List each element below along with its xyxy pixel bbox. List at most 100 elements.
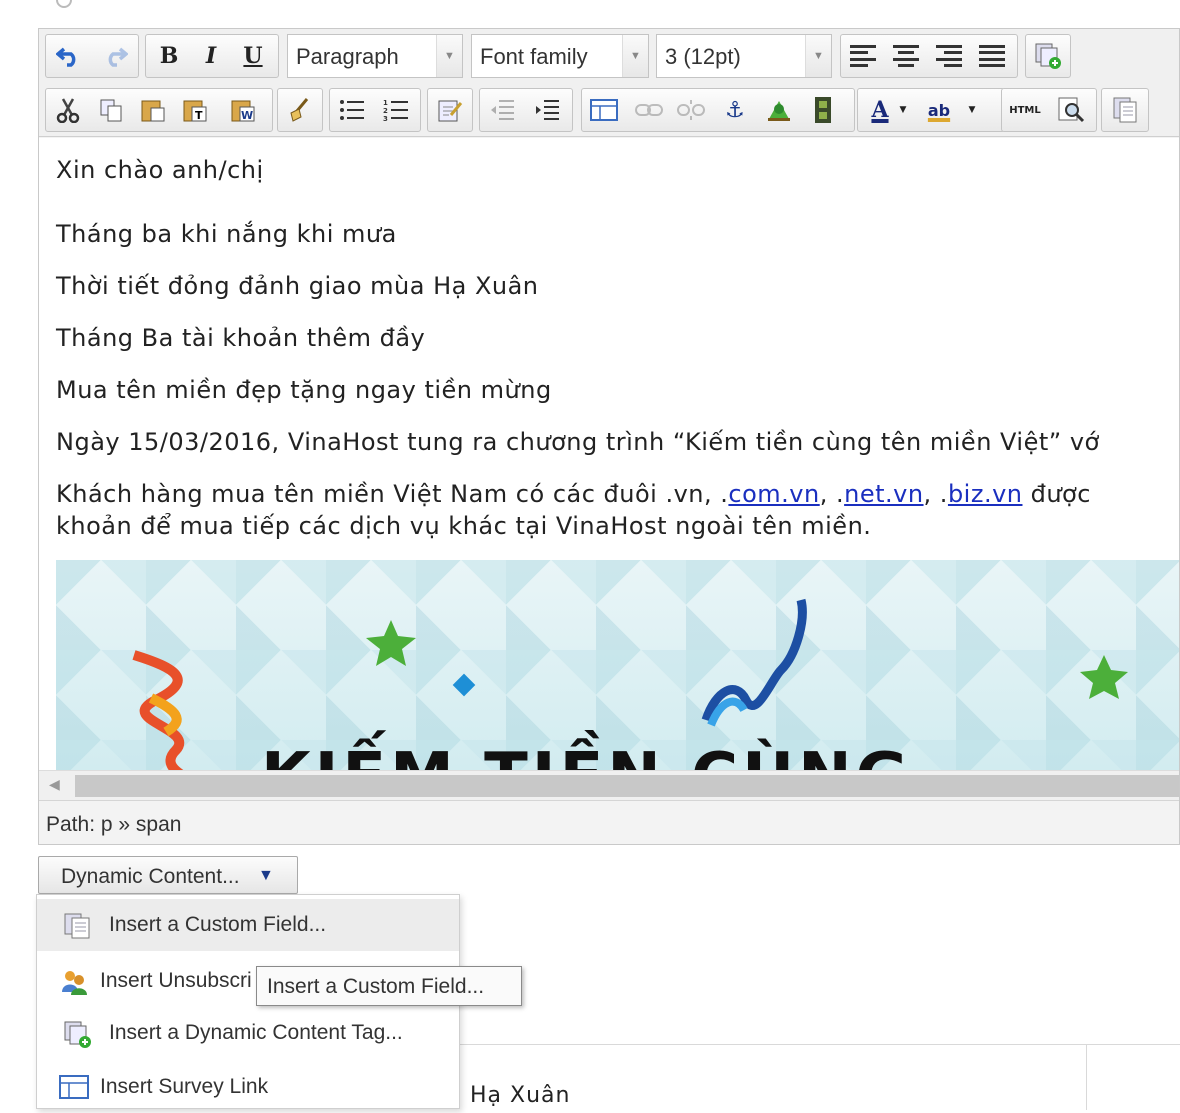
link-biz-vn[interactable]: biz.vn bbox=[948, 480, 1023, 508]
highlight-color-icon[interactable]: ab bbox=[920, 92, 958, 128]
color-group: A ▼ ab ▼ bbox=[857, 88, 1005, 132]
align-justify-icon[interactable] bbox=[973, 38, 1011, 74]
svg-text:T: T bbox=[195, 109, 203, 122]
unsubscribe-users-icon bbox=[59, 968, 87, 996]
poem-line-1: Tháng ba khi nắng khi mưa bbox=[56, 220, 397, 248]
horizontal-scrollbar[interactable]: ◀ bbox=[39, 770, 1179, 800]
background-table-cell: Hạ Xuân bbox=[459, 1044, 1180, 1110]
domain-text-end: được bbox=[1022, 480, 1091, 508]
edit-icon[interactable] bbox=[431, 92, 469, 128]
top-strip bbox=[0, 0, 1180, 8]
element-path: Path: p » span bbox=[46, 813, 182, 836]
cleanup-icon[interactable] bbox=[281, 92, 319, 128]
link-com-vn[interactable]: com.vn bbox=[728, 480, 819, 508]
template-group bbox=[1025, 34, 1071, 78]
tooltip: Insert a Custom Field... bbox=[256, 966, 522, 1006]
alignment-group bbox=[840, 34, 1018, 78]
background-text: Hạ Xuân bbox=[470, 1083, 571, 1108]
font-family-select[interactable]: Font family ▼ bbox=[471, 34, 649, 78]
chevron-down-icon: ▼ bbox=[805, 35, 831, 77]
indent-group bbox=[479, 88, 573, 132]
poem-line-3: Tháng Ba tài khoản thêm đầy bbox=[56, 324, 426, 352]
chevron-down-icon[interactable]: ▼ bbox=[962, 92, 982, 128]
separator: , . bbox=[819, 480, 845, 508]
svg-text:3: 3 bbox=[383, 115, 388, 122]
source-group: HTML bbox=[1001, 88, 1097, 132]
image-icon[interactable] bbox=[760, 92, 798, 128]
greeting-text: Xin chào anh/chị bbox=[56, 156, 264, 184]
edit-group bbox=[427, 88, 473, 132]
poem-line-4: Mua tên miền đẹp tặng ngay tiền mừng bbox=[56, 376, 552, 404]
copy-icon[interactable] bbox=[92, 92, 130, 128]
path-bar: Path: p » span bbox=[39, 800, 1179, 844]
format-select-value: Paragraph bbox=[296, 44, 399, 69]
link-icon[interactable] bbox=[630, 92, 668, 128]
paste-word-icon[interactable]: W bbox=[224, 92, 262, 128]
banner-title: KIẾM TIỀN CÙNG bbox=[261, 740, 912, 770]
chevron-down-icon[interactable]: ▼ bbox=[896, 92, 910, 128]
redo-icon[interactable] bbox=[96, 38, 134, 74]
font-size-select[interactable]: 3 (12pt) ▼ bbox=[656, 34, 832, 78]
dynamic-tag-icon bbox=[63, 1020, 91, 1048]
promo-banner-image: KIẾM TIỀN CÙNG bbox=[56, 560, 1179, 770]
scrollbar-thumb[interactable] bbox=[75, 775, 1179, 797]
toolbar-row-2: T W 123 ⚓ A ▼ ab ▼ HTML bbox=[39, 83, 1179, 137]
text-style-group: B I U bbox=[145, 34, 279, 78]
cleanup-group bbox=[277, 88, 323, 132]
menu-item-insert-dynamic-tag[interactable]: Insert a Dynamic Content Tag... bbox=[37, 1007, 459, 1059]
caret-down-icon: ▼ bbox=[258, 867, 274, 884]
menu-item-label: Insert Survey Link bbox=[100, 1075, 269, 1098]
anchor-icon[interactable]: ⚓ bbox=[716, 92, 754, 128]
html-source-icon[interactable]: HTML bbox=[1006, 92, 1044, 128]
dynamic-content-label: Dynamic Content... bbox=[61, 865, 240, 888]
editor-content[interactable]: Xin chào anh/chị Tháng ba khi nắng khi m… bbox=[39, 138, 1179, 770]
table-icon[interactable] bbox=[585, 92, 623, 128]
cut-icon[interactable] bbox=[49, 92, 87, 128]
chevron-down-icon: ▼ bbox=[436, 35, 462, 77]
bold-button[interactable]: B bbox=[150, 38, 188, 74]
numbered-list-icon[interactable]: 123 bbox=[377, 92, 415, 128]
paste-text-icon[interactable]: T bbox=[176, 92, 214, 128]
underline-button[interactable]: U bbox=[234, 38, 272, 74]
svg-text:1: 1 bbox=[383, 99, 388, 107]
toolbar-row-1: B I U Paragraph ▼ Font family ▼ 3 (12pt)… bbox=[39, 29, 1179, 83]
domain-paragraph-line-1: Khách hàng mua tên miền Việt Nam có các … bbox=[56, 480, 1091, 508]
dynamic-content-button[interactable]: Dynamic Content... ▼ bbox=[38, 856, 298, 894]
custom-field-icon[interactable] bbox=[1106, 92, 1144, 128]
preview-icon[interactable] bbox=[1052, 92, 1090, 128]
list-group: 123 bbox=[329, 88, 421, 132]
outdent-icon[interactable] bbox=[483, 92, 521, 128]
italic-button[interactable]: I bbox=[192, 38, 230, 74]
undo-icon[interactable] bbox=[50, 38, 88, 74]
menu-item-insert-custom-field[interactable]: Insert a Custom Field... bbox=[37, 899, 459, 951]
align-left-icon[interactable] bbox=[844, 38, 882, 74]
format-select[interactable]: Paragraph ▼ bbox=[287, 34, 463, 78]
align-right-icon[interactable] bbox=[930, 38, 968, 74]
menu-item-label: Insert a Custom Field... bbox=[109, 913, 327, 936]
template-icon[interactable] bbox=[1029, 38, 1067, 74]
custom-field-icon bbox=[63, 912, 91, 940]
cell-divider bbox=[1086, 1045, 1087, 1110]
link-net-vn[interactable]: net.vn bbox=[844, 480, 923, 508]
insert-group: ⚓ bbox=[581, 88, 855, 132]
font-family-value: Font family bbox=[480, 44, 588, 69]
paste-icon[interactable] bbox=[134, 92, 172, 128]
scroll-left-icon[interactable]: ◀ bbox=[49, 777, 60, 793]
unlink-icon[interactable] bbox=[672, 92, 710, 128]
announcement-text: Ngày 15/03/2016, VinaHost tung ra chương… bbox=[56, 428, 1100, 456]
tooltip-text: Insert a Custom Field... bbox=[267, 975, 485, 998]
menu-item-label: Insert a Dynamic Content Tag... bbox=[109, 1021, 403, 1044]
separator: , . bbox=[923, 480, 948, 508]
menu-item-label: Insert Unsubscri bbox=[100, 969, 252, 992]
menu-item-insert-survey-link[interactable]: Insert Survey Link bbox=[37, 1061, 459, 1113]
banner-artwork bbox=[132, 598, 1128, 770]
rich-text-editor: B I U Paragraph ▼ Font family ▼ 3 (12pt)… bbox=[38, 28, 1180, 845]
bullet-list-icon[interactable] bbox=[333, 92, 371, 128]
indent-icon[interactable] bbox=[528, 92, 566, 128]
svg-text:W: W bbox=[241, 109, 253, 122]
media-icon[interactable] bbox=[804, 92, 842, 128]
clipboard-group: T W bbox=[45, 88, 273, 132]
custom-field-group bbox=[1101, 88, 1149, 132]
text-color-icon[interactable]: A bbox=[861, 92, 899, 128]
align-center-icon[interactable] bbox=[887, 38, 925, 74]
